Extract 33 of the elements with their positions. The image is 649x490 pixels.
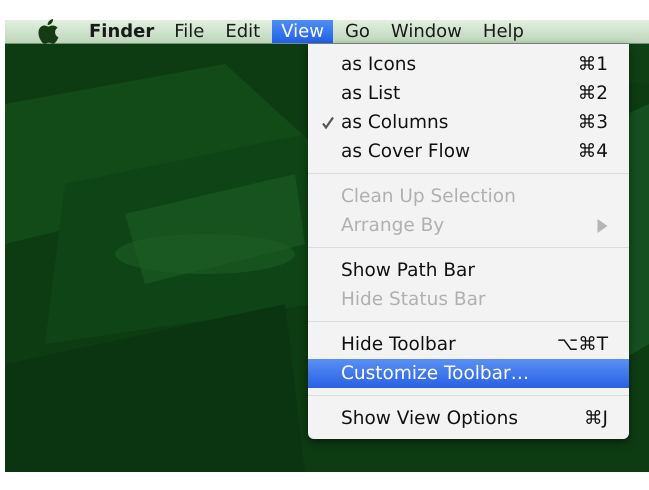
menu-item-label: Arrange By [341, 215, 446, 236]
menu-item-label: as List [341, 83, 402, 104]
menu-item[interactable]: as List ⌘2 [308, 79, 629, 108]
menu-bar-item[interactable]: Finder [80, 20, 164, 43]
menu-item-label: Clean Up Selection [341, 186, 517, 207]
menu-bar-item[interactable]: View [272, 20, 333, 43]
menu-item-label: Show Path Bar [341, 260, 476, 281]
menu-item-label: as Cover Flow [341, 141, 472, 162]
menu-bar-item[interactable]: Window [382, 20, 471, 43]
shortcut-label: ⌘2 [578, 83, 608, 104]
menu-item[interactable]: Show View Options ⌘J [308, 404, 629, 433]
apple-icon[interactable] [38, 19, 60, 44]
menu-item-label: as Icons [341, 54, 418, 75]
shortcut-label: ⌘4 [578, 141, 608, 162]
shortcut-label: ⌘1 [578, 54, 608, 75]
shortcut-label: ⌥⌘T [556, 334, 608, 355]
menu-bar-item[interactable]: Go [336, 20, 379, 43]
shortcut-label: ⌘3 [578, 112, 608, 133]
menu-item[interactable]: Show Path Bar [308, 256, 629, 285]
shortcut-label: ⌘J [584, 408, 608, 429]
menu-item-label: as Columns [341, 112, 450, 133]
menu-bar-item[interactable]: Help [474, 20, 533, 43]
menu-bar-item[interactable]: File [165, 20, 214, 43]
menu-item-label: Hide Status Bar [341, 289, 487, 310]
menu-item[interactable]: as Icons ⌘1 [308, 50, 629, 79]
menu-item-label: Customize Toolbar… [341, 363, 530, 384]
menu-item[interactable]: Customize Toolbar… [308, 359, 629, 388]
menu-item-label: Hide Toolbar [341, 334, 457, 355]
menu-bar-item[interactable]: Edit [216, 20, 270, 43]
menu-item-label: Show View Options [341, 408, 519, 429]
menu-item[interactable]: as Columns ⌘3 [308, 108, 629, 137]
menu-item[interactable]: as Cover Flow ⌘4 [308, 137, 629, 166]
menu-item[interactable]: Hide Toolbar ⌥⌘T [308, 330, 629, 359]
